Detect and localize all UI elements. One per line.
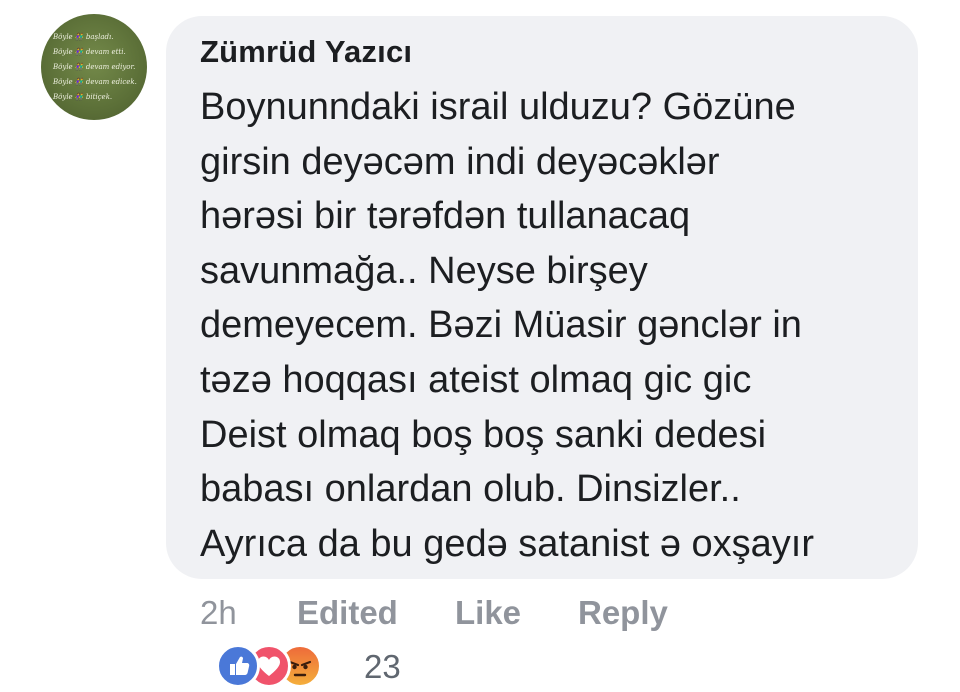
- avatar-line: Böyle 👫 başladı.: [53, 33, 114, 41]
- edited-label[interactable]: Edited: [297, 594, 398, 632]
- comment-line: demeyecem. Bəzi Müasir gənclər in: [200, 304, 802, 347]
- avatar-text: Böyle 👫 başladı. Böyle 👫 devam etti. Böy…: [53, 30, 139, 105]
- like-button[interactable]: Like: [455, 594, 521, 632]
- comment-body: Boynunndaki israil ulduzu? Gözüne girsin…: [200, 80, 900, 571]
- like-icon: [216, 644, 260, 688]
- avatar-line: Böyle 👫 bitiçek.: [53, 93, 113, 101]
- comment-line: Ayrıca da bu gedə satanist ə oxşayır: [200, 522, 814, 565]
- comment-line: hərəsi bir tərəfdən tullanacaq: [200, 195, 691, 238]
- avatar-line: Böyle 👫 devam ediyor.: [53, 63, 136, 71]
- avatar-line: Böyle 👫 devam edicek.: [53, 78, 137, 86]
- comment-author[interactable]: Zümrüd Yazıcı: [200, 34, 412, 70]
- comment: Böyle 👫 başladı. Böyle 👫 devam etti. Böy…: [0, 0, 960, 692]
- comment-line: babası onlardan olub. Dinsizler..: [200, 468, 741, 511]
- comment-line: girsin deyəcəm indi deyəcəklər: [200, 140, 720, 183]
- avatar[interactable]: Böyle 👫 başladı. Böyle 👫 devam etti. Böy…: [41, 14, 147, 120]
- comment-line: savunmağa.. Neyse birşey: [200, 249, 648, 292]
- comment-line: Boynunndaki israil ulduzu? Gözüne: [200, 86, 796, 128]
- comment-line: Deist olmaq boş boş sanki dedesi: [200, 413, 767, 456]
- comment-line: təzə hoqqası ateist olmaq gic gic: [200, 358, 752, 401]
- reaction-count: 23: [364, 648, 401, 685]
- timestamp[interactable]: 2h: [200, 594, 237, 632]
- avatar-line: Böyle 👫 devam etti.: [53, 48, 126, 56]
- reply-button[interactable]: Reply: [578, 594, 668, 632]
